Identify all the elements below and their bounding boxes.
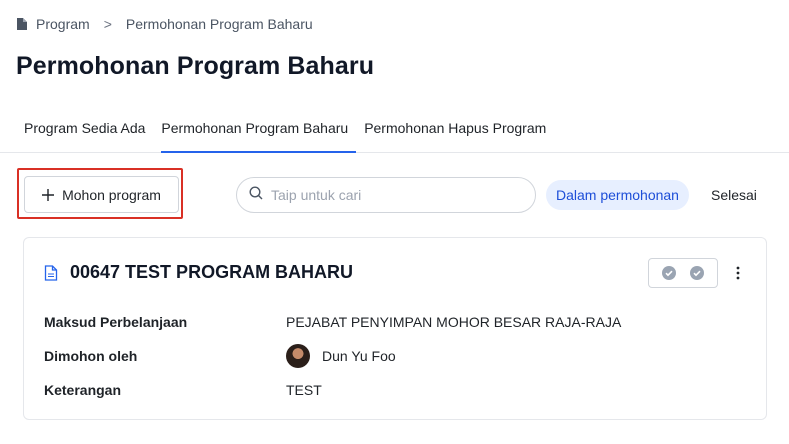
search-input[interactable] <box>271 187 511 203</box>
page-title: Permohonan Program Baharu <box>16 52 375 80</box>
breadcrumb-separator: > <box>103 16 112 32</box>
plus-icon <box>42 188 55 201</box>
field-label: Keterangan <box>44 382 122 398</box>
avatar <box>286 344 310 368</box>
program-card: 00647 TEST PROGRAM BAHARU Maksud Perbela… <box>23 237 767 420</box>
field-row-requester: Dimohon oleh Dun Yu Foo <box>44 344 396 368</box>
document-icon <box>16 17 28 31</box>
field-value: PEJABAT PENYIMPAN MOHOR BESAR RAJA-RAJA <box>286 314 622 330</box>
search-box[interactable] <box>236 177 536 213</box>
status-indicator <box>648 258 718 288</box>
breadcrumb: Program > Permohonan Program Baharu <box>16 16 313 32</box>
tab-permohonan-hapus-program[interactable]: Permohonan Hapus Program <box>356 104 554 152</box>
filter-in-progress[interactable]: Dalam permohonan <box>546 180 689 210</box>
card-title[interactable]: 00647 TEST PROGRAM BAHARU <box>44 262 353 283</box>
check-circle-icon <box>662 266 676 280</box>
field-value: TEST <box>286 382 322 398</box>
check-circle-icon <box>690 266 704 280</box>
breadcrumb-root[interactable]: Program <box>36 16 90 32</box>
file-icon <box>44 264 58 281</box>
page: Program > Permohonan Program Baharu Perm… <box>0 0 789 444</box>
requester: Dun Yu Foo <box>286 344 396 368</box>
tab-program-sedia-ada[interactable]: Program Sedia Ada <box>16 104 153 152</box>
field-label: Maksud Perbelanjaan <box>44 314 188 330</box>
tab-bar: Program Sedia Ada Permohonan Program Bah… <box>0 104 789 153</box>
search-icon <box>249 185 263 205</box>
more-vertical-icon[interactable] <box>728 262 748 284</box>
filter-done[interactable]: Selesai <box>711 180 757 210</box>
card-title-text: 00647 TEST PROGRAM BAHARU <box>70 262 354 282</box>
field-label: Dimohon oleh <box>44 348 138 364</box>
apply-program-label: Mohon program <box>62 186 161 203</box>
field-row-notes: Keterangan TEST <box>44 382 322 398</box>
field-row-purpose: Maksud Perbelanjaan PEJABAT PENYIMPAN MO… <box>44 314 621 330</box>
breadcrumb-current: Permohonan Program Baharu <box>125 16 313 32</box>
tab-permohonan-program-baharu[interactable]: Permohonan Program Baharu <box>153 104 356 153</box>
requester-name: Dun Yu Foo <box>322 348 396 364</box>
apply-program-button[interactable]: Mohon program <box>24 176 179 213</box>
